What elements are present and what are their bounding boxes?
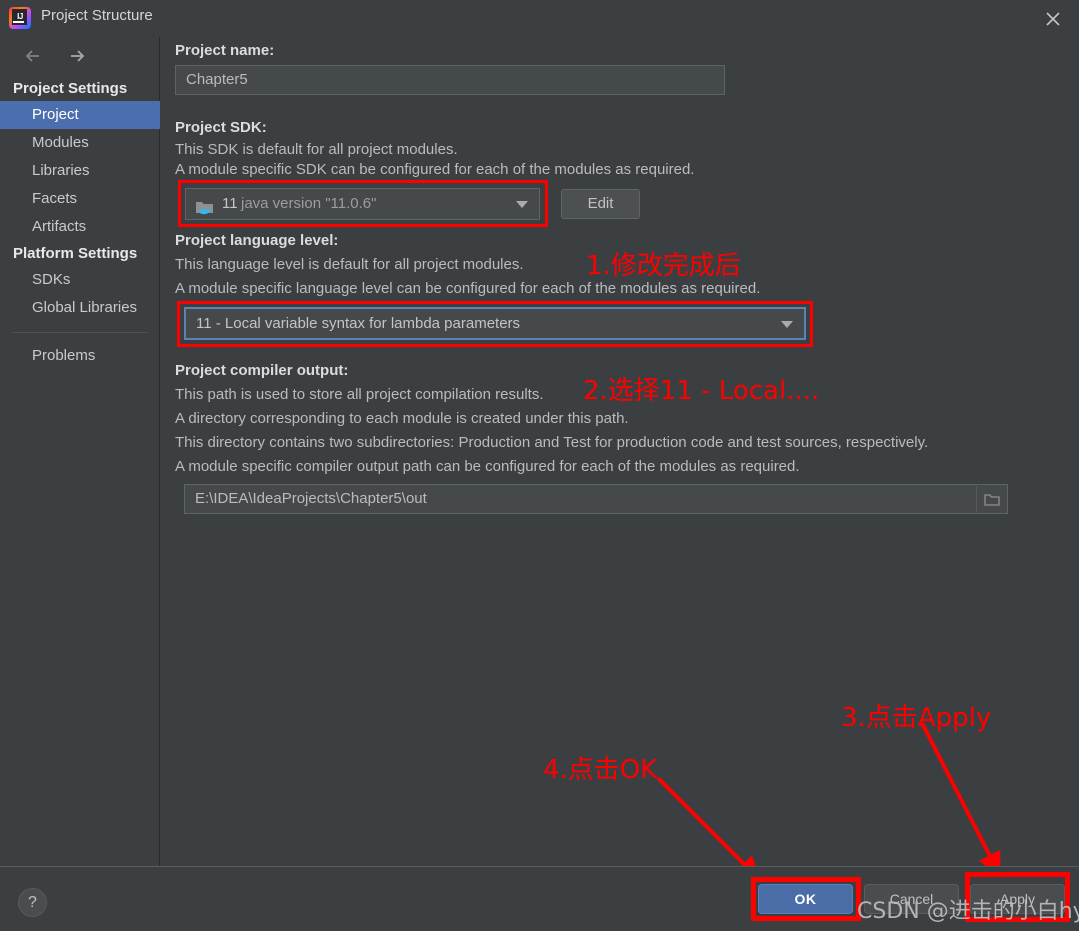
- project-name-label: Project name:: [175, 42, 275, 59]
- language-level-value: 11 - Local variable syntax for lambda pa…: [196, 315, 521, 332]
- close-icon[interactable]: [1041, 7, 1065, 31]
- sidebar-item-facets[interactable]: Facets: [0, 185, 160, 213]
- project-sdk-combo[interactable]: 11 java version "11.0.6": [185, 188, 540, 220]
- project-name-input[interactable]: Chapter5: [175, 65, 725, 95]
- main-panel: Project name: Chapter5 Project SDK: This…: [161, 37, 1079, 866]
- sidebar-item-global-libraries[interactable]: Global Libraries: [0, 294, 160, 322]
- project-sdk-detail: java version "11.0.6": [241, 195, 377, 212]
- compiler-output-desc-4: A module specific compiler output path c…: [175, 458, 800, 475]
- compiler-output-desc-1: This path is used to store all project c…: [175, 386, 544, 403]
- language-level-desc-2: A module specific language level can be …: [175, 280, 761, 297]
- edit-sdk-button[interactable]: Edit: [561, 189, 640, 219]
- sidebar-group-header-platform-settings: Platform Settings: [13, 245, 138, 262]
- arrow-right-icon[interactable]: [66, 45, 88, 67]
- compiler-output-label: Project compiler output:: [175, 362, 349, 379]
- cancel-button[interactable]: Cancel: [864, 884, 959, 914]
- language-level-combo[interactable]: 11 - Local variable syntax for lambda pa…: [184, 307, 806, 340]
- project-structure-dialog: IJ Project Structure Project Settings Pr…: [0, 0, 1079, 931]
- java-sdk-folder-icon: [195, 197, 215, 215]
- annotation-step-1: 1.修改完成后: [586, 251, 741, 281]
- annotation-step-2: 2.选择11 - Local....: [583, 376, 820, 406]
- sidebar-item-project[interactable]: Project: [0, 101, 160, 129]
- compiler-output-value: E:\IDEA\IdeaProjects\Chapter5\out: [195, 490, 427, 507]
- intellij-idea-logo-icon: IJ: [9, 7, 31, 29]
- chevron-down-icon: [516, 201, 528, 208]
- project-sdk-label: Project SDK:: [175, 119, 267, 136]
- folder-browse-icon[interactable]: [976, 486, 1006, 512]
- window-title: Project Structure: [41, 7, 153, 24]
- project-sdk-desc-1: This SDK is default for all project modu…: [175, 141, 458, 158]
- sidebar-item-artifacts[interactable]: Artifacts: [0, 213, 160, 241]
- language-level-label: Project language level:: [175, 232, 339, 249]
- title-bar: IJ Project Structure: [0, 0, 1079, 37]
- arrow-left-icon[interactable]: [22, 45, 44, 67]
- sidebar-item-modules[interactable]: Modules: [0, 129, 160, 157]
- sidebar-item-libraries[interactable]: Libraries: [0, 157, 160, 185]
- apply-button[interactable]: Apply: [970, 884, 1065, 914]
- sidebar: Project Settings Project Modules Librari…: [0, 37, 160, 866]
- navigation-arrows: [22, 45, 88, 67]
- sidebar-item-sdks[interactable]: SDKs: [0, 266, 160, 294]
- language-level-desc-1: This language level is default for all p…: [175, 256, 524, 273]
- chevron-down-icon: [781, 320, 793, 328]
- compiler-output-desc-3: This directory contains two subdirectori…: [175, 434, 929, 451]
- sidebar-divider: [12, 332, 148, 333]
- compiler-output-input[interactable]: E:\IDEA\IdeaProjects\Chapter5\out: [184, 484, 1008, 514]
- help-button[interactable]: ?: [18, 888, 47, 917]
- sidebar-group-header-project-settings: Project Settings: [13, 80, 128, 97]
- compiler-output-desc-2: A directory corresponding to each module…: [175, 410, 629, 427]
- project-sdk-desc-2: A module specific SDK can be configured …: [175, 161, 695, 178]
- sidebar-item-problems[interactable]: Problems: [0, 342, 160, 370]
- ok-button[interactable]: OK: [758, 884, 853, 914]
- project-sdk-version: 11: [222, 195, 238, 212]
